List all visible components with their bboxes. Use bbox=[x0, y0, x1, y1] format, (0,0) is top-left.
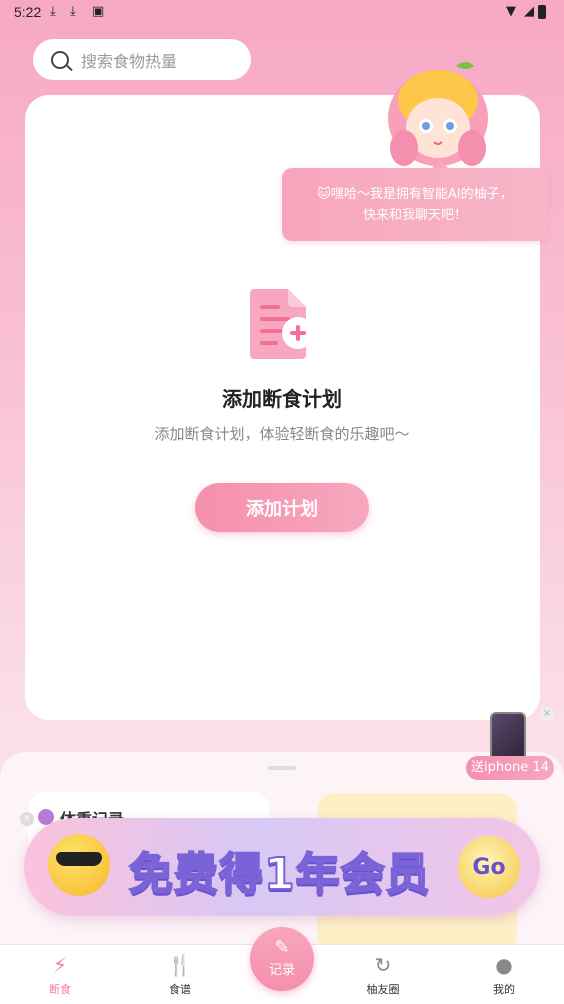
iphone-promo-float[interactable]: 送iphone 14 bbox=[466, 712, 556, 792]
search-input[interactable]: 搜索食物热量 bbox=[33, 39, 251, 80]
pencil-icon: ✎ bbox=[274, 937, 290, 958]
promo-banner[interactable]: 免费得1年会员 Go bbox=[24, 818, 540, 916]
promo-text: 免费得1年会员 bbox=[128, 848, 431, 901]
iphone-promo-close-icon[interactable]: × bbox=[540, 707, 554, 721]
document-add-icon bbox=[250, 289, 314, 359]
iphone-promo-label: 送iphone 14 bbox=[466, 756, 554, 780]
record-label: 记录 bbox=[268, 963, 295, 978]
sunglasses-emoji-icon bbox=[48, 834, 110, 896]
tab-community[interactable]: ↻ 柚友圈 bbox=[343, 953, 423, 997]
sunglasses-icon bbox=[56, 852, 102, 866]
tab-label: 柚友圈 bbox=[366, 983, 400, 996]
record-button[interactable]: ✎ 记录 bbox=[250, 927, 314, 991]
tab-label: 断食 bbox=[49, 983, 71, 996]
signal-icon: ◢ bbox=[524, 4, 534, 19]
app-notification-icon: ▣ bbox=[92, 4, 105, 19]
empty-state-title: 添加断食计划 bbox=[222, 387, 342, 411]
download-icon: ⤓ bbox=[70, 4, 76, 19]
assistant-speech-bubble[interactable]: 🐱嘿哈～我是拥有智能AI的柚子， 快来和我聊天吧！ bbox=[282, 160, 548, 241]
empty-state-subtitle: 添加断食计划，体验轻断食的乐趣吧～ bbox=[154, 425, 410, 443]
tab-fasting[interactable]: ⚡ 断食 bbox=[20, 953, 100, 997]
search-icon bbox=[51, 50, 69, 69]
battery-icon bbox=[538, 5, 546, 19]
lightning-icon: ⚡ bbox=[52, 953, 68, 977]
add-plan-button[interactable]: 添加计划 bbox=[195, 483, 369, 532]
mascot-avatar[interactable] bbox=[376, 58, 496, 168]
fork-knife-icon: 🍴 bbox=[167, 953, 193, 977]
status-time: 5:22 bbox=[14, 4, 42, 20]
status-bar: 5:22 ⤓ ⤓ ▣ ▼ ◢ bbox=[0, 0, 564, 24]
tab-profile[interactable]: ● 我的 bbox=[464, 953, 544, 997]
assistant-greeting-line1: 🐱嘿哈～我是拥有智能AI的柚子， bbox=[317, 187, 513, 202]
search-placeholder: 搜索食物热量 bbox=[81, 51, 178, 71]
download-icon: ⤓ bbox=[50, 4, 56, 19]
circle-refresh-icon: ↻ bbox=[374, 953, 392, 977]
promo-close-icon[interactable]: × bbox=[20, 812, 34, 826]
sheet-drag-handle[interactable] bbox=[268, 766, 296, 770]
tab-recipes[interactable]: 🍴 食谱 bbox=[140, 953, 220, 997]
tab-label: 食谱 bbox=[169, 983, 191, 996]
assistant-greeting-line2: 快来和我聊天吧！ bbox=[362, 208, 467, 223]
wifi-icon: ▼ bbox=[506, 4, 516, 19]
user-icon: ● bbox=[495, 953, 513, 977]
promo-go-button[interactable]: Go bbox=[458, 836, 520, 898]
tab-label: 我的 bbox=[493, 983, 515, 996]
